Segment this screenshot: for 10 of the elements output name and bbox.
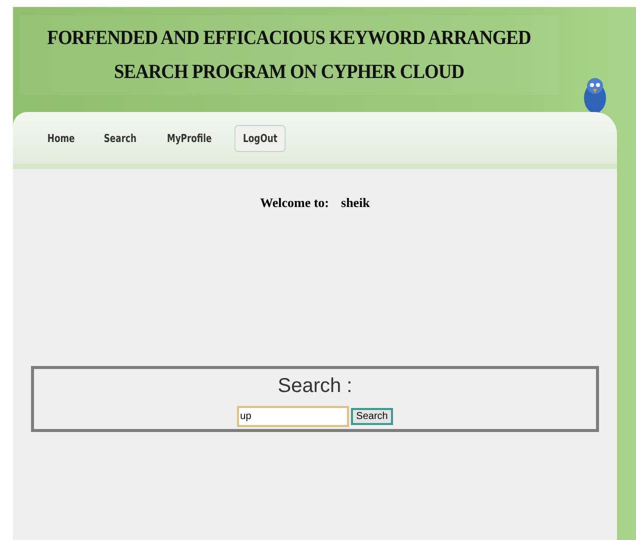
nav-tab[interactable]: LogOut [234,124,286,152]
nav-tab[interactable]: MyProfile [158,124,221,152]
page-title: FORFENDED AND EFFICACIOUS KEYWORD ARRANGED SEARCH PROGRAM ON CYPHER CLOUD [46,26,532,85]
user-name: sheik [341,195,370,211]
search-heading: Search : [278,375,352,398]
welcome-label: Welcome to: [260,195,330,211]
nav-tab[interactable]: Home [38,124,84,152]
search-button[interactable]: Search [351,408,393,425]
nav-tab[interactable]: Search [95,124,146,152]
search-field[interactable]: up [237,406,350,427]
